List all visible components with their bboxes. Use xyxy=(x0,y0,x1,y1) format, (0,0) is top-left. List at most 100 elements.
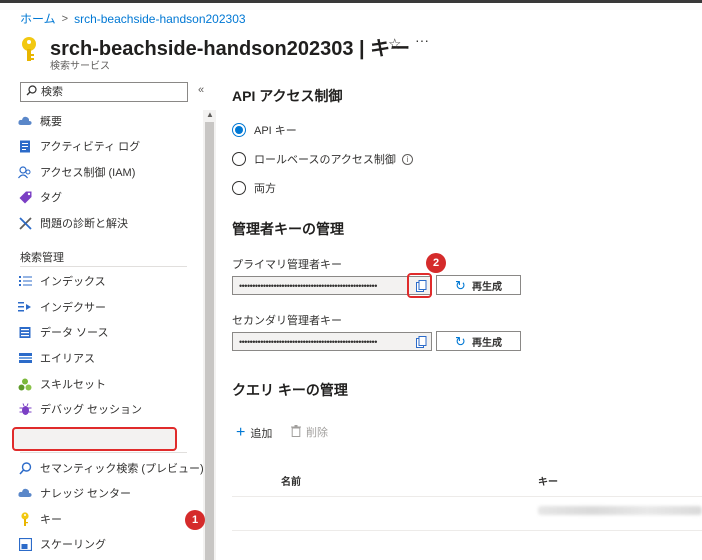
radio-button[interactable] xyxy=(232,123,246,137)
table-row-divider xyxy=(232,530,702,531)
search-input[interactable] xyxy=(41,86,171,98)
radio-both[interactable]: 両方 xyxy=(232,180,276,196)
delete-label: 削除 xyxy=(306,427,328,439)
breadcrumb-current[interactable]: srch-beachside-handson202303 xyxy=(74,12,245,26)
star-icon[interactable]: ☆ xyxy=(388,35,401,53)
sidebar-item-label: インデクサー xyxy=(40,302,106,314)
bug-icon xyxy=(18,402,32,416)
radio-api-key[interactable]: API キー xyxy=(232,122,297,138)
wrench-icon xyxy=(18,216,32,230)
sidebar-item-keys[interactable]: キー xyxy=(18,508,62,530)
sidebar-item-tags[interactable]: タグ xyxy=(18,186,62,208)
plus-icon: + xyxy=(236,424,246,441)
table-header-divider xyxy=(232,496,702,497)
admin-keys-title: 管理者キーの管理 xyxy=(232,221,344,237)
query-keys-title: クエリ キーの管理 xyxy=(232,382,348,398)
primary-key-field[interactable]: ••••••••••••••••••••••••••••••••••••••••… xyxy=(232,276,432,295)
sidebar-item-aliases[interactable]: エイリアス xyxy=(18,347,95,369)
database-icon xyxy=(18,325,32,339)
sidebar-item-label: アクティビティ ログ xyxy=(40,141,141,153)
refresh-icon: ↻ xyxy=(455,277,466,293)
primary-key-value: ••••••••••••••••••••••••••••••••••••••••… xyxy=(239,280,377,291)
secondary-key-label: セカンダリ管理者キー xyxy=(232,315,342,327)
key-icon xyxy=(18,36,40,67)
trash-icon xyxy=(291,424,301,440)
scroll-thumb[interactable] xyxy=(205,122,214,560)
sidebar-item-indexes[interactable]: インデックス xyxy=(18,270,106,292)
secondary-key-field[interactable]: ••••••••••••••••••••••••••••••••••••••••… xyxy=(232,332,432,351)
column-header-key[interactable]: キー xyxy=(538,473,558,488)
sidebar-item-label: エイリアス xyxy=(40,353,95,365)
sidebar-item-iam[interactable]: アクセス制御 (IAM) xyxy=(18,161,135,183)
semantic-search-icon xyxy=(18,461,32,475)
sidebar-item-label: データ ソース xyxy=(40,327,109,339)
sidebar-item-label: ナレッジ センター xyxy=(40,488,132,500)
indexer-icon xyxy=(18,300,32,314)
sidebar-item-diagnose[interactable]: 問題の診断と解決 xyxy=(18,212,128,234)
sidebar-item-semantic-search[interactable]: セマンティック検索 (プレビュー) xyxy=(18,457,204,479)
radio-label: 両方 xyxy=(254,183,276,195)
page-subtitle: 検索サービス xyxy=(50,61,110,72)
sidebar-item-label: スキルセット xyxy=(40,379,106,391)
sidebar-item-scaling[interactable]: スケーリング xyxy=(18,533,106,555)
sidebar-item-activity-log[interactable]: アクティビティ ログ xyxy=(18,135,140,157)
group-divider xyxy=(20,452,187,453)
sidebar-item-skillsets[interactable]: スキルセット xyxy=(18,373,106,395)
sidebar-item-debug-sessions[interactable]: デバッグ セッション xyxy=(18,398,142,420)
sidebar-item-label: インデックス xyxy=(40,276,106,288)
add-query-key-button[interactable]: + 追加 xyxy=(236,424,272,442)
sidebar-item-label: デバッグ セッション xyxy=(40,404,143,416)
refresh-icon: ↻ xyxy=(455,333,466,349)
key-icon xyxy=(18,512,32,526)
sidebar-item-label: キー xyxy=(40,514,62,526)
info-icon[interactable]: i xyxy=(401,153,413,165)
sidebar-item-indexers[interactable]: インデクサー xyxy=(18,296,106,318)
people-icon xyxy=(18,165,32,179)
sidebar-item-label: タグ xyxy=(40,192,62,204)
radio-rbac[interactable]: ロールベースのアクセス制御 i xyxy=(232,151,413,167)
radio-button[interactable] xyxy=(232,181,246,195)
delete-query-key-button[interactable]: 削除 xyxy=(291,424,328,440)
annotation-badge-1: 1 xyxy=(185,510,205,530)
tag-icon xyxy=(18,190,32,204)
sidebar-search[interactable] xyxy=(20,82,188,102)
collapse-sidebar-button[interactable]: « xyxy=(198,84,204,96)
sidebar-item-data-sources[interactable]: データ ソース xyxy=(18,321,109,343)
scale-icon xyxy=(18,537,32,551)
sidebar-item-label: 概要 xyxy=(40,116,62,128)
redacted-query-key xyxy=(538,506,702,515)
group-divider xyxy=(20,266,187,267)
breadcrumb-home[interactable]: ホーム xyxy=(20,10,56,27)
radio-label: API キー xyxy=(254,125,297,137)
copy-icon[interactable] xyxy=(414,334,429,349)
sidebar-item-label: スケーリング xyxy=(40,539,106,551)
regenerate-label: 再生成 xyxy=(471,281,502,293)
annotation-badge-2: 2 xyxy=(426,253,446,273)
add-label: 追加 xyxy=(250,428,273,440)
breadcrumb-separator: > xyxy=(61,12,69,25)
radio-label: ロールベースのアクセス制御 xyxy=(254,154,396,166)
sidebar-scrollbar[interactable]: ▲ xyxy=(203,110,216,560)
sidebar-item-knowledge-center[interactable]: ナレッジ センター xyxy=(18,482,131,504)
primary-key-label: プライマリ管理者キー xyxy=(232,259,342,271)
regenerate-label: 再生成 xyxy=(471,337,502,349)
regenerate-primary-button[interactable]: ↻ 再生成 xyxy=(436,275,521,295)
api-access-title: API アクセス制御 xyxy=(232,88,343,104)
top-border xyxy=(0,0,702,3)
column-header-name[interactable]: 名前 xyxy=(281,473,301,488)
sidebar-item-overview[interactable]: 概要 xyxy=(18,110,62,132)
radio-button[interactable] xyxy=(232,152,246,166)
selected-item-highlight xyxy=(12,427,177,451)
secondary-key-value: ••••••••••••••••••••••••••••••••••••••••… xyxy=(239,336,377,347)
cloud-icon xyxy=(18,114,32,128)
copy-button-highlight xyxy=(407,273,432,298)
knowledge-icon xyxy=(18,486,32,500)
scroll-up-icon[interactable]: ▲ xyxy=(206,110,214,119)
breadcrumb: ホーム > srch-beachside-handson202303 xyxy=(20,10,246,27)
group-label-search-management: 検索管理 xyxy=(20,252,64,264)
skillset-icon xyxy=(18,377,32,391)
sidebar-item-label: アクセス制御 (IAM) xyxy=(40,167,136,179)
more-options-button[interactable]: ··· xyxy=(415,32,429,48)
regenerate-secondary-button[interactable]: ↻ 再生成 xyxy=(436,331,521,351)
list-icon xyxy=(18,274,32,288)
